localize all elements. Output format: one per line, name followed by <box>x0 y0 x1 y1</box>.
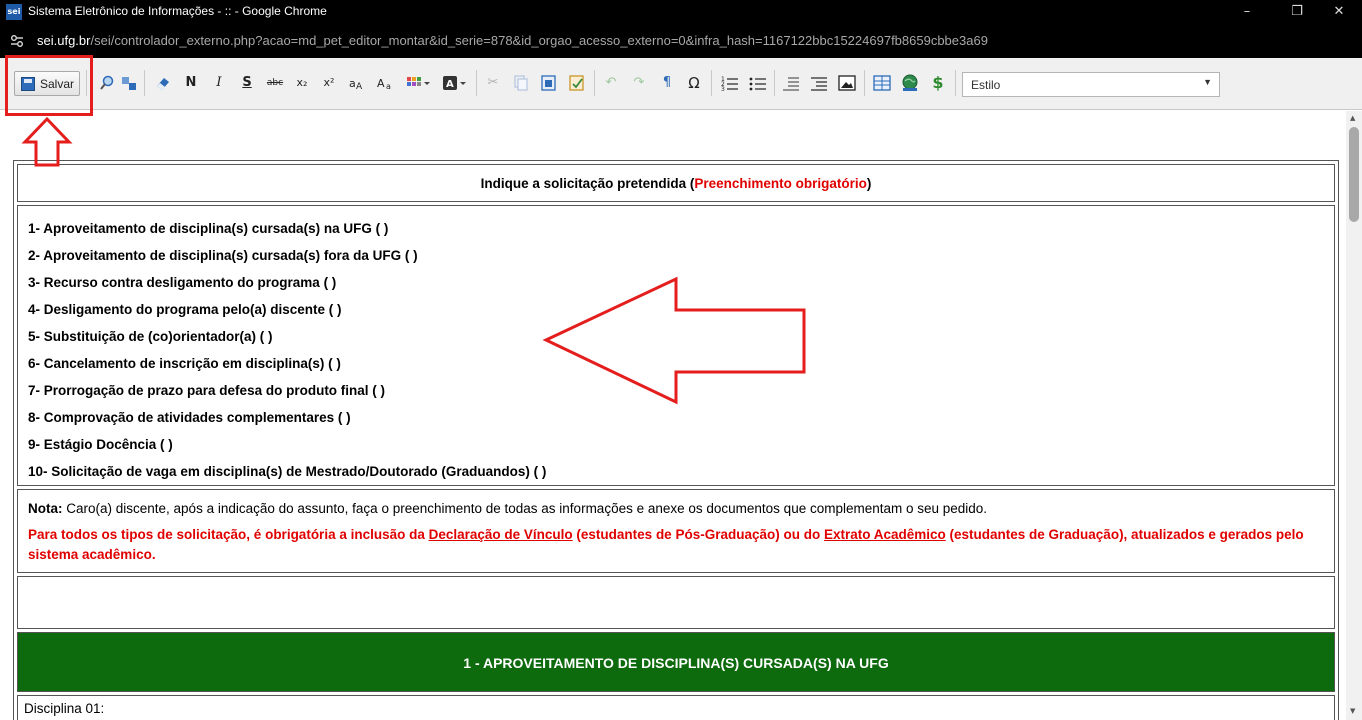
replace-icon[interactable] <box>118 72 140 94</box>
paste-word-icon[interactable] <box>566 72 588 94</box>
numbered-list-icon[interactable]: 123 <box>719 72 741 94</box>
find-icon[interactable] <box>96 72 118 94</box>
window-title: Sistema Eletrônico de Informações - :: -… <box>28 4 327 18</box>
required-docs-text: Para todos os tipos de solicitação, é ob… <box>28 527 429 542</box>
toolbar-separator <box>774 70 775 96</box>
highlight-box-annotation <box>5 55 93 116</box>
strikethrough-button[interactable]: abc <box>264 72 286 94</box>
window-titlebar: sei Sistema Eletrônico de Informações - … <box>0 0 1362 24</box>
declaracao-vinculo-text: Declaração de Vínculo <box>428 527 573 542</box>
scroll-up-icon[interactable]: ▲ <box>1350 114 1355 122</box>
bold-button[interactable]: N <box>180 72 202 94</box>
redo-icon[interactable]: ↷ <box>628 72 650 94</box>
increase-indent-icon[interactable] <box>808 72 830 94</box>
url-path: /sei/controlador_externo.php?acao=md_pet… <box>90 33 988 48</box>
text-color-icon[interactable]: A <box>440 72 468 94</box>
note-label: Nota: <box>28 501 63 516</box>
svg-text:a: a <box>386 82 391 91</box>
table-color-icon[interactable] <box>404 72 432 94</box>
toolbar-separator <box>711 70 712 96</box>
paste-icon[interactable] <box>538 72 560 94</box>
style-select[interactable]: Estilo ▼ <box>962 72 1220 97</box>
table-icon[interactable] <box>871 72 893 94</box>
toolbar-separator <box>864 70 865 96</box>
minimize-button[interactable]: – <box>1224 0 1270 24</box>
editor-toolbar: Salvar N I S abc x₂ x² a A A a A ✂ ↶ ↷ ¶… <box>0 58 1362 110</box>
document-scrollbar[interactable]: ▲ ▼ <box>1346 111 1362 720</box>
site-settings-icon[interactable] <box>10 34 24 48</box>
underline-button[interactable]: S <box>236 72 258 94</box>
note-cell[interactable]: Nota: Caro(a) discente, após a indicação… <box>17 489 1335 573</box>
link-globe-icon[interactable] <box>899 72 921 94</box>
font-size-increase-icon[interactable]: a A <box>346 72 368 94</box>
required-fill-label: Preenchimento obrigatório <box>694 176 867 191</box>
request-header-suffix: ) <box>866 176 872 191</box>
empty-cell[interactable] <box>17 576 1335 629</box>
extrato-academico-text: Extrato Acadêmico <box>823 527 946 542</box>
scroll-down-icon[interactable]: ▼ <box>1350 707 1355 715</box>
svg-text:3: 3 <box>721 86 725 93</box>
svg-text:A: A <box>377 77 385 90</box>
special-char-icon[interactable]: Ω <box>683 72 705 94</box>
image-icon[interactable] <box>836 72 858 94</box>
url-text[interactable]: sei.ufg.br/sei/controlador_externo.php?a… <box>37 33 988 48</box>
undo-icon[interactable]: ↶ <box>600 72 622 94</box>
svg-text:a: a <box>349 77 356 90</box>
left-arrow-annotation-icon <box>542 276 806 405</box>
request-option[interactable]: 9- Estágio Docência ( ) <box>28 431 1324 458</box>
chevron-down-icon: ▼ <box>1203 77 1212 87</box>
toolbar-separator <box>476 70 477 96</box>
cut-icon[interactable]: ✂ <box>482 72 504 94</box>
note-text: Caro(a) discente, após a indicação do as… <box>62 501 988 516</box>
note-paragraph: Nota: Caro(a) discente, após a indicação… <box>28 499 1324 519</box>
style-select-value: Estilo <box>971 78 1001 92</box>
eraser-icon[interactable] <box>152 72 174 94</box>
document-area[interactable]: Indique a solicitação pretendida (Preenc… <box>0 111 1346 720</box>
superscript-button[interactable]: x² <box>318 72 340 94</box>
discipline-field-cell[interactable]: Disciplina 01: <box>17 695 1335 720</box>
toolbar-separator <box>144 70 145 96</box>
sei-logo-icon: sei <box>6 4 22 20</box>
required-docs-paragraph: Para todos os tipos de solicitação, é ob… <box>28 525 1324 565</box>
section-title-cell: 1 - APROVEITAMENTO DE DISCIPLINA(S) CURS… <box>17 632 1335 692</box>
request-header-cell: Indique a solicitação pretendida (Preenc… <box>17 164 1335 202</box>
svg-text:A: A <box>356 82 363 92</box>
decrease-indent-icon[interactable] <box>780 72 802 94</box>
toolbar-separator <box>594 70 595 96</box>
up-arrow-annotation-icon <box>21 116 73 167</box>
scrollbar-thumb[interactable] <box>1349 127 1359 222</box>
close-button[interactable]: ✕ <box>1316 0 1362 24</box>
dollar-icon[interactable]: $ <box>927 72 949 94</box>
copy-icon[interactable] <box>510 72 532 94</box>
subscript-button[interactable]: x₂ <box>291 72 313 94</box>
request-option[interactable]: 10- Solicitação de vaga em disciplina(s)… <box>28 458 1324 485</box>
address-bar[interactable]: sei.ufg.br/sei/controlador_externo.php?a… <box>0 24 1362 58</box>
italic-button[interactable]: I <box>208 72 230 94</box>
font-size-decrease-icon[interactable]: A a <box>374 72 396 94</box>
svg-text:A: A <box>446 79 454 90</box>
request-header-prefix: Indique a solicitação pretendida ( <box>480 176 695 191</box>
pilcrow-icon[interactable]: ¶ <box>656 72 678 94</box>
required-docs-text: (estudantes de Pós-Graduação) ou do <box>572 527 824 542</box>
url-domain: sei.ufg.br <box>37 33 91 48</box>
request-option[interactable]: 1- Aproveitamento de disciplina(s) cursa… <box>28 215 1324 242</box>
discipline-label: Disciplina 01: <box>24 701 105 716</box>
restore-button[interactable]: ❐ <box>1274 0 1320 24</box>
request-option[interactable]: 2- Aproveitamento de disciplina(s) cursa… <box>28 242 1324 269</box>
form-table: Indique a solicitação pretendida (Preenc… <box>13 160 1339 720</box>
toolbar-separator <box>955 70 956 96</box>
bulleted-list-icon[interactable] <box>747 72 769 94</box>
